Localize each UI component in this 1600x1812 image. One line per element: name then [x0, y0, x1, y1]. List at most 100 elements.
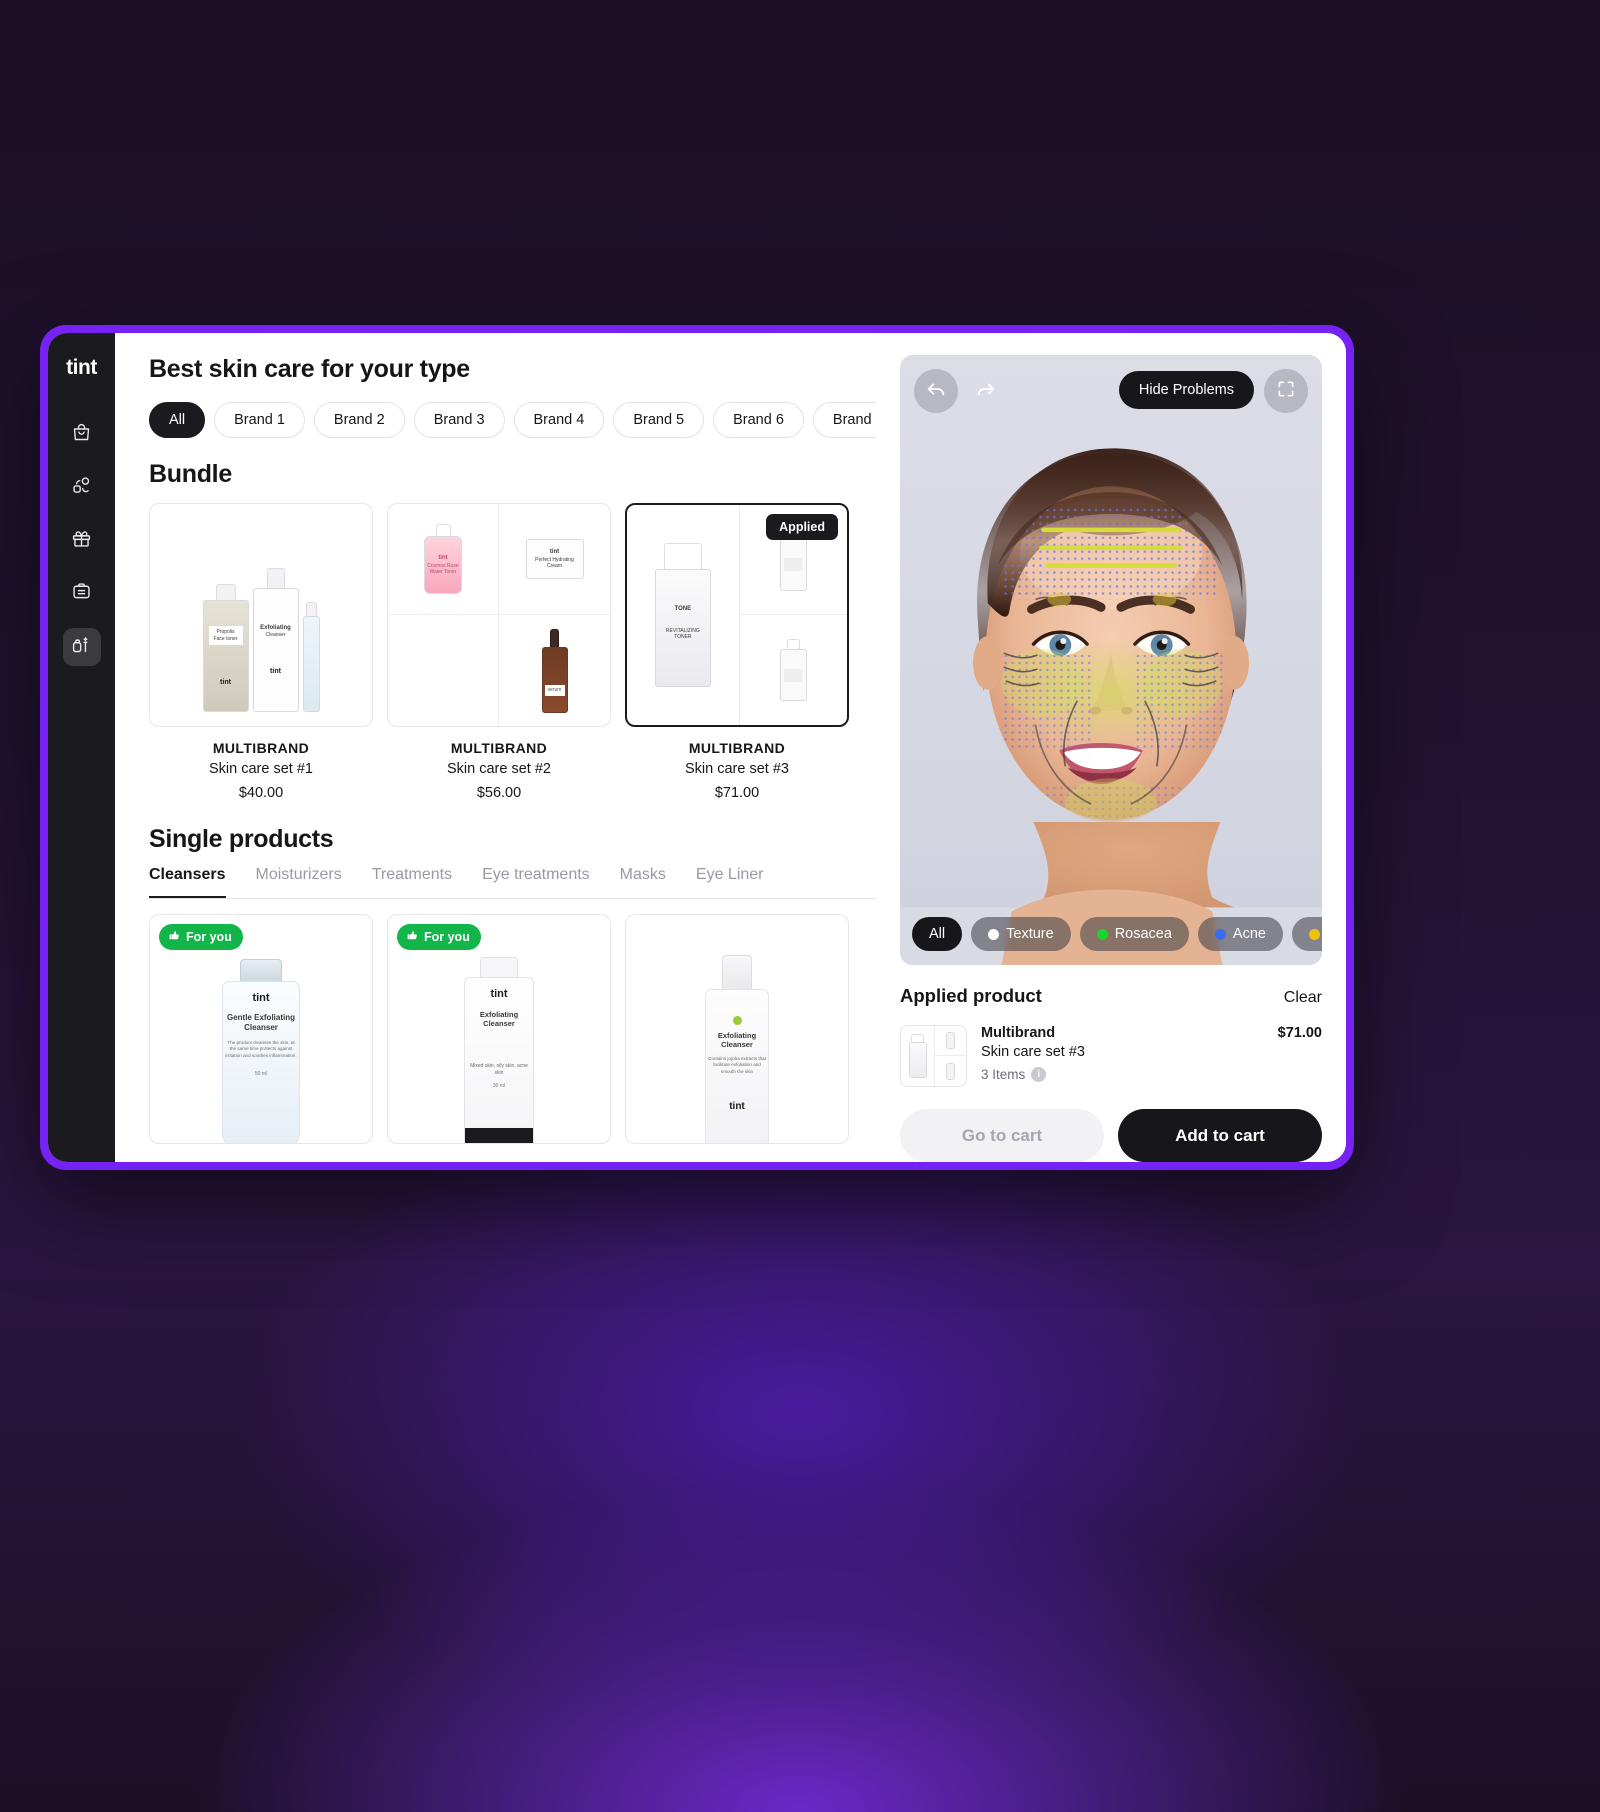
bundle-section-title: Bundle: [149, 460, 232, 488]
bundle-meta: MULTIBRAND Skin care set #2 $56.00: [387, 727, 611, 801]
tab-moisturizers[interactable]: Moisturizers: [256, 866, 342, 898]
brand-filter-chip[interactable]: Brand 7: [812, 402, 876, 438]
brand-filter-chip[interactable]: Brand 1: [214, 402, 305, 438]
product-volume: 50 ml: [254, 1071, 268, 1078]
applied-product-thumbnail: [900, 1025, 967, 1087]
problem-filter-all[interactable]: All: [912, 917, 963, 951]
window-inner: tint Best skin care for your type All Br…: [48, 333, 1346, 1162]
info-icon[interactable]: i: [1031, 1067, 1047, 1082]
tab-treatments[interactable]: Treatments: [372, 866, 452, 898]
sidebar-item-shop-bag[interactable]: [63, 416, 101, 454]
product-card[interactable]: Exfoliating Cleanser Contains jojoba ext…: [625, 914, 849, 1144]
brand-filter-chip[interactable]: Brand 4: [513, 402, 605, 438]
clear-button[interactable]: Clear: [1284, 989, 1322, 1007]
applied-product-brand: Multibrand: [981, 1025, 1056, 1041]
thumbs-up-icon: [168, 929, 181, 945]
bag-icon: [71, 422, 92, 448]
bundle-card[interactable]: tint Cosmos Rose Water Toner tint Perfect H…: [387, 503, 611, 801]
applied-product-name: Skin care set #3: [981, 1044, 1085, 1060]
problem-filter-label: All: [929, 926, 946, 942]
skincare-icon: [71, 634, 92, 660]
applied-product-header: Applied product Clear: [900, 985, 1322, 1007]
bundle-image: Applied TONE REVITALIZING TONER: [625, 503, 849, 727]
problem-filter-label: Acne: [1232, 926, 1266, 942]
bundle-card-selected[interactable]: Applied TONE REVITALIZING TONER MULTIBRA…: [625, 503, 849, 801]
problem-filter-row[interactable]: All Texture Rosacea Acne: [912, 917, 1322, 951]
content-area: Best skin care for your type All Brand 1…: [115, 333, 876, 1162]
product-title: Gentle Exfoliating Cleanser: [226, 1013, 295, 1032]
texture-color-dot: [988, 928, 1000, 940]
bundle-brand: MULTIBRAND: [450, 740, 548, 756]
applied-badge: Applied: [766, 514, 838, 540]
hide-problems-button[interactable]: Hide Problems: [1118, 371, 1254, 409]
add-to-cart-button[interactable]: Add to cart: [1118, 1109, 1322, 1162]
sidebar-item-looks[interactable]: [63, 469, 101, 507]
pigmentation-color-dot: [1308, 928, 1320, 940]
tab-eye-liner[interactable]: Eye Liner: [696, 866, 764, 898]
face-viewer[interactable]: Hide Problems All Texture Rosacea Acne: [900, 355, 1322, 965]
bundle-brand: MULTIBRAND: [212, 740, 310, 756]
bundle-image: Propolis Face toner tint Exfoliating Cleans…: [149, 503, 373, 727]
problem-filter-rosacea[interactable]: Rosacea: [1079, 917, 1189, 951]
problem-filter-label: Texture: [1006, 926, 1054, 942]
brand-filter-chip[interactable]: Brand 3: [413, 402, 505, 438]
product-desc: The product cleanses the skin, at the sa…: [225, 1040, 297, 1058]
fullscreen-button[interactable]: [1264, 369, 1308, 413]
sidebar-item-gifts[interactable]: [63, 522, 101, 560]
bundle-list: Propolis Face toner tint Exfoliating Cleans…: [149, 503, 876, 801]
tab-masks[interactable]: Masks: [620, 866, 666, 898]
applied-product-row[interactable]: Multibrand Skin care set #3 3 Items i $7…: [900, 1025, 1322, 1087]
redo-arrow-icon: [975, 378, 997, 405]
app-window: tint Best skin care for your type All Br…: [40, 325, 1354, 1170]
brand-filter-chip[interactable]: All: [149, 402, 206, 438]
undo-arrow-icon: [925, 378, 947, 405]
category-tabs[interactable]: Cleansers Moisturizers Treatments Eye tr…: [149, 866, 876, 899]
bundle-meta: MULTIBRAND Skin care set #3 $71.00: [625, 727, 849, 801]
bundle-name: Skin care set #1: [209, 761, 313, 777]
bundle-name: Skin care set #3: [685, 761, 789, 777]
for-you-label: For you: [424, 930, 470, 944]
cart-actions: Go to cart Add to cart: [900, 1109, 1322, 1162]
problem-filter-acne[interactable]: Acne: [1197, 917, 1283, 951]
bundle-card[interactable]: Propolis Face toner tint Exfoliating Cleans…: [149, 503, 373, 801]
bundle-meta: MULTIBRAND Skin care set #1 $40.00: [149, 727, 373, 801]
product-title: Exfoliating Cleanser: [479, 1010, 519, 1029]
rosacea-color-dot: [1096, 928, 1108, 940]
sidebar-item-skincare[interactable]: [62, 628, 101, 666]
brand-filter-chip[interactable]: Brand 2: [313, 402, 405, 438]
brand-filter-row[interactable]: All Brand 1 Brand 2 Brand 3 Brand 4 Bran…: [149, 402, 876, 438]
brand-filter-chip[interactable]: Brand 5: [613, 402, 705, 438]
analysis-panel: Hide Problems All Texture Rosacea Acne A…: [876, 333, 1346, 1162]
product-card[interactable]: For you tint Gentle Exfoliating Cleanser…: [149, 914, 373, 1144]
redo-button[interactable]: [964, 369, 1008, 413]
acne-color-dot: [1214, 928, 1226, 940]
bundle-price: $40.00: [238, 785, 284, 801]
undo-button[interactable]: [914, 369, 958, 413]
for-you-badge: For you: [397, 924, 481, 950]
fullscreen-icon: [1276, 379, 1296, 404]
items-count-label: 3 Items: [981, 1067, 1026, 1082]
for-you-label: For you: [186, 930, 232, 944]
sidebar-item-orders[interactable]: [63, 575, 101, 613]
brand-logo: tint: [66, 356, 97, 379]
product-card[interactable]: For you tint Exfoliating Cleanser Mixed …: [387, 914, 611, 1144]
bundle-price: $56.00: [476, 785, 522, 801]
applied-product-price: $71.00: [1277, 1025, 1322, 1041]
go-to-cart-button[interactable]: Go to cart: [900, 1109, 1104, 1162]
product-desc: Mixed skin, oily skin, acne skin: [470, 1062, 528, 1077]
clipboard-icon: [71, 581, 92, 607]
product-desc: Contains jojoba extracts that facilitate…: [708, 1055, 766, 1074]
product-title: Exfoliating Cleanser: [717, 1031, 757, 1050]
tab-cleansers[interactable]: Cleansers: [149, 866, 226, 898]
applied-product-title: Applied product: [900, 985, 1042, 1006]
applied-product-items: 3 Items i: [981, 1067, 1264, 1082]
gift-icon: [71, 528, 92, 554]
problem-filter-label: Rosacea: [1114, 926, 1172, 942]
brand-filter-chip[interactable]: Brand 6: [713, 402, 804, 438]
applied-product-info: Multibrand Skin care set #3 3 Items i: [981, 1025, 1264, 1082]
problem-filter-pigmentation[interactable]: Pigmentation: [1291, 917, 1322, 951]
single-products-title: Single products: [149, 825, 334, 853]
tab-eye-treatments[interactable]: Eye treatments: [482, 866, 590, 898]
problem-filter-texture[interactable]: Texture: [971, 917, 1071, 951]
for-you-badge: For you: [159, 924, 243, 950]
